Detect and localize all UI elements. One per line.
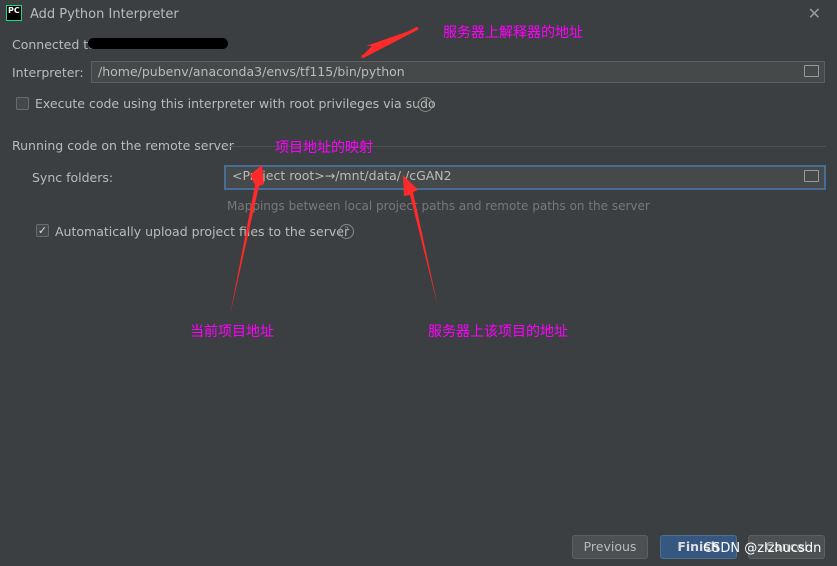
annotation-arrows <box>230 26 438 315</box>
arrow-icon <box>230 165 264 315</box>
arrow-icon <box>403 175 438 307</box>
previous-button[interactable]: Previous <box>572 535 648 559</box>
watermark: CSDN @zlzhucsdn <box>703 541 822 556</box>
